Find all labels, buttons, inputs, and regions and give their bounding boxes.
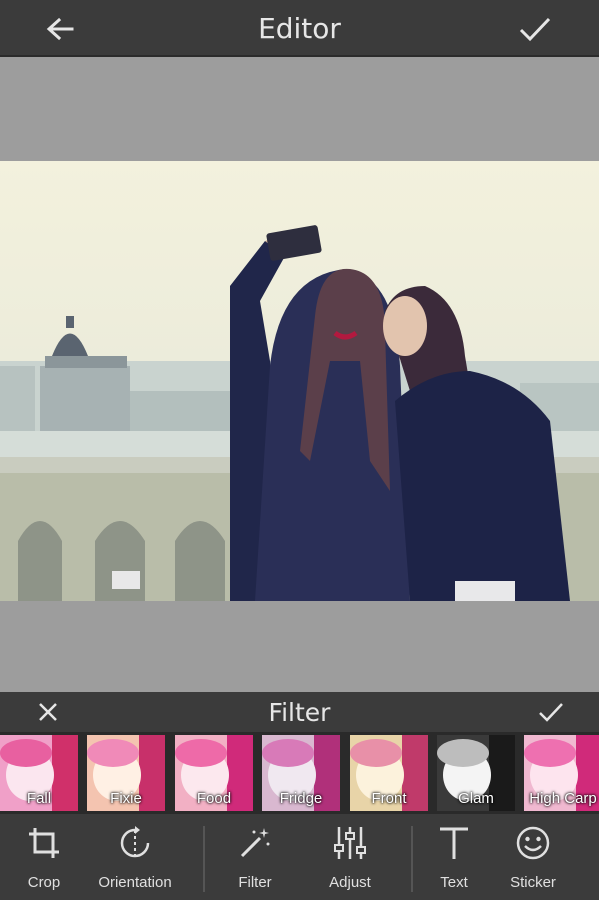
rotate-icon bbox=[120, 826, 150, 858]
filter-thumb-glam[interactable]: Glam bbox=[437, 735, 515, 811]
tool-text[interactable]: Text bbox=[424, 814, 484, 900]
sliders-icon bbox=[334, 827, 366, 859]
bottom-toolbar: Crop Orientation Filter Adjust Text Stic… bbox=[0, 814, 599, 900]
tool-crop[interactable]: Crop bbox=[14, 814, 74, 900]
filter-panel-header: Filter bbox=[0, 692, 599, 732]
tool-label: Crop bbox=[27, 874, 61, 891]
editor-canvas[interactable] bbox=[0, 57, 599, 692]
filter-label: Fixie bbox=[110, 790, 142, 807]
filter-label: Food bbox=[196, 790, 232, 807]
filter-label: High Carp bbox=[529, 790, 597, 807]
toolbar-divider bbox=[203, 826, 205, 892]
check-icon bbox=[519, 17, 551, 42]
tool-label: Text bbox=[440, 874, 468, 891]
tool-sticker[interactable]: Sticker bbox=[502, 814, 564, 900]
tool-filter[interactable]: Filter bbox=[225, 814, 285, 900]
check-icon bbox=[539, 703, 563, 722]
filter-thumb-fall[interactable]: Fall bbox=[0, 735, 78, 811]
tool-adjust[interactable]: Adjust bbox=[318, 814, 382, 900]
filter-thumb-fixie[interactable]: Fixie bbox=[87, 735, 165, 811]
filter-thumb-fridge[interactable]: Fridge bbox=[262, 735, 340, 811]
filter-label: Glam bbox=[458, 790, 494, 807]
filter-panel-title: Filter bbox=[268, 698, 331, 727]
filter-label: Fall bbox=[26, 790, 52, 807]
filter-thumb-high-carp[interactable]: High Carp bbox=[524, 735, 599, 811]
smiley-icon bbox=[516, 826, 550, 860]
tool-label: Sticker bbox=[510, 874, 556, 891]
toolbar-divider bbox=[411, 826, 413, 892]
tool-label: Orientation bbox=[98, 874, 172, 891]
done-button[interactable] bbox=[509, 10, 561, 48]
filter-label: Front bbox=[371, 790, 407, 807]
filter-thumbnail-strip[interactable]: Fall Fixie Food Fridge Front Glam High C… bbox=[0, 732, 599, 814]
photo-preview[interactable] bbox=[0, 161, 599, 601]
apply-filter-button[interactable] bbox=[531, 696, 571, 728]
app-bar: Editor bbox=[0, 0, 599, 57]
filter-thumb-food[interactable]: Food bbox=[175, 735, 253, 811]
filter-thumb-front[interactable]: Front bbox=[350, 735, 428, 811]
magic-wand-icon bbox=[240, 828, 270, 858]
crop-icon bbox=[29, 828, 59, 858]
tool-orientation[interactable]: Orientation bbox=[92, 814, 178, 900]
tool-label: Filter bbox=[238, 874, 272, 891]
tool-label: Adjust bbox=[329, 874, 371, 891]
text-icon bbox=[440, 827, 468, 859]
filter-label: Fridge bbox=[279, 790, 323, 807]
